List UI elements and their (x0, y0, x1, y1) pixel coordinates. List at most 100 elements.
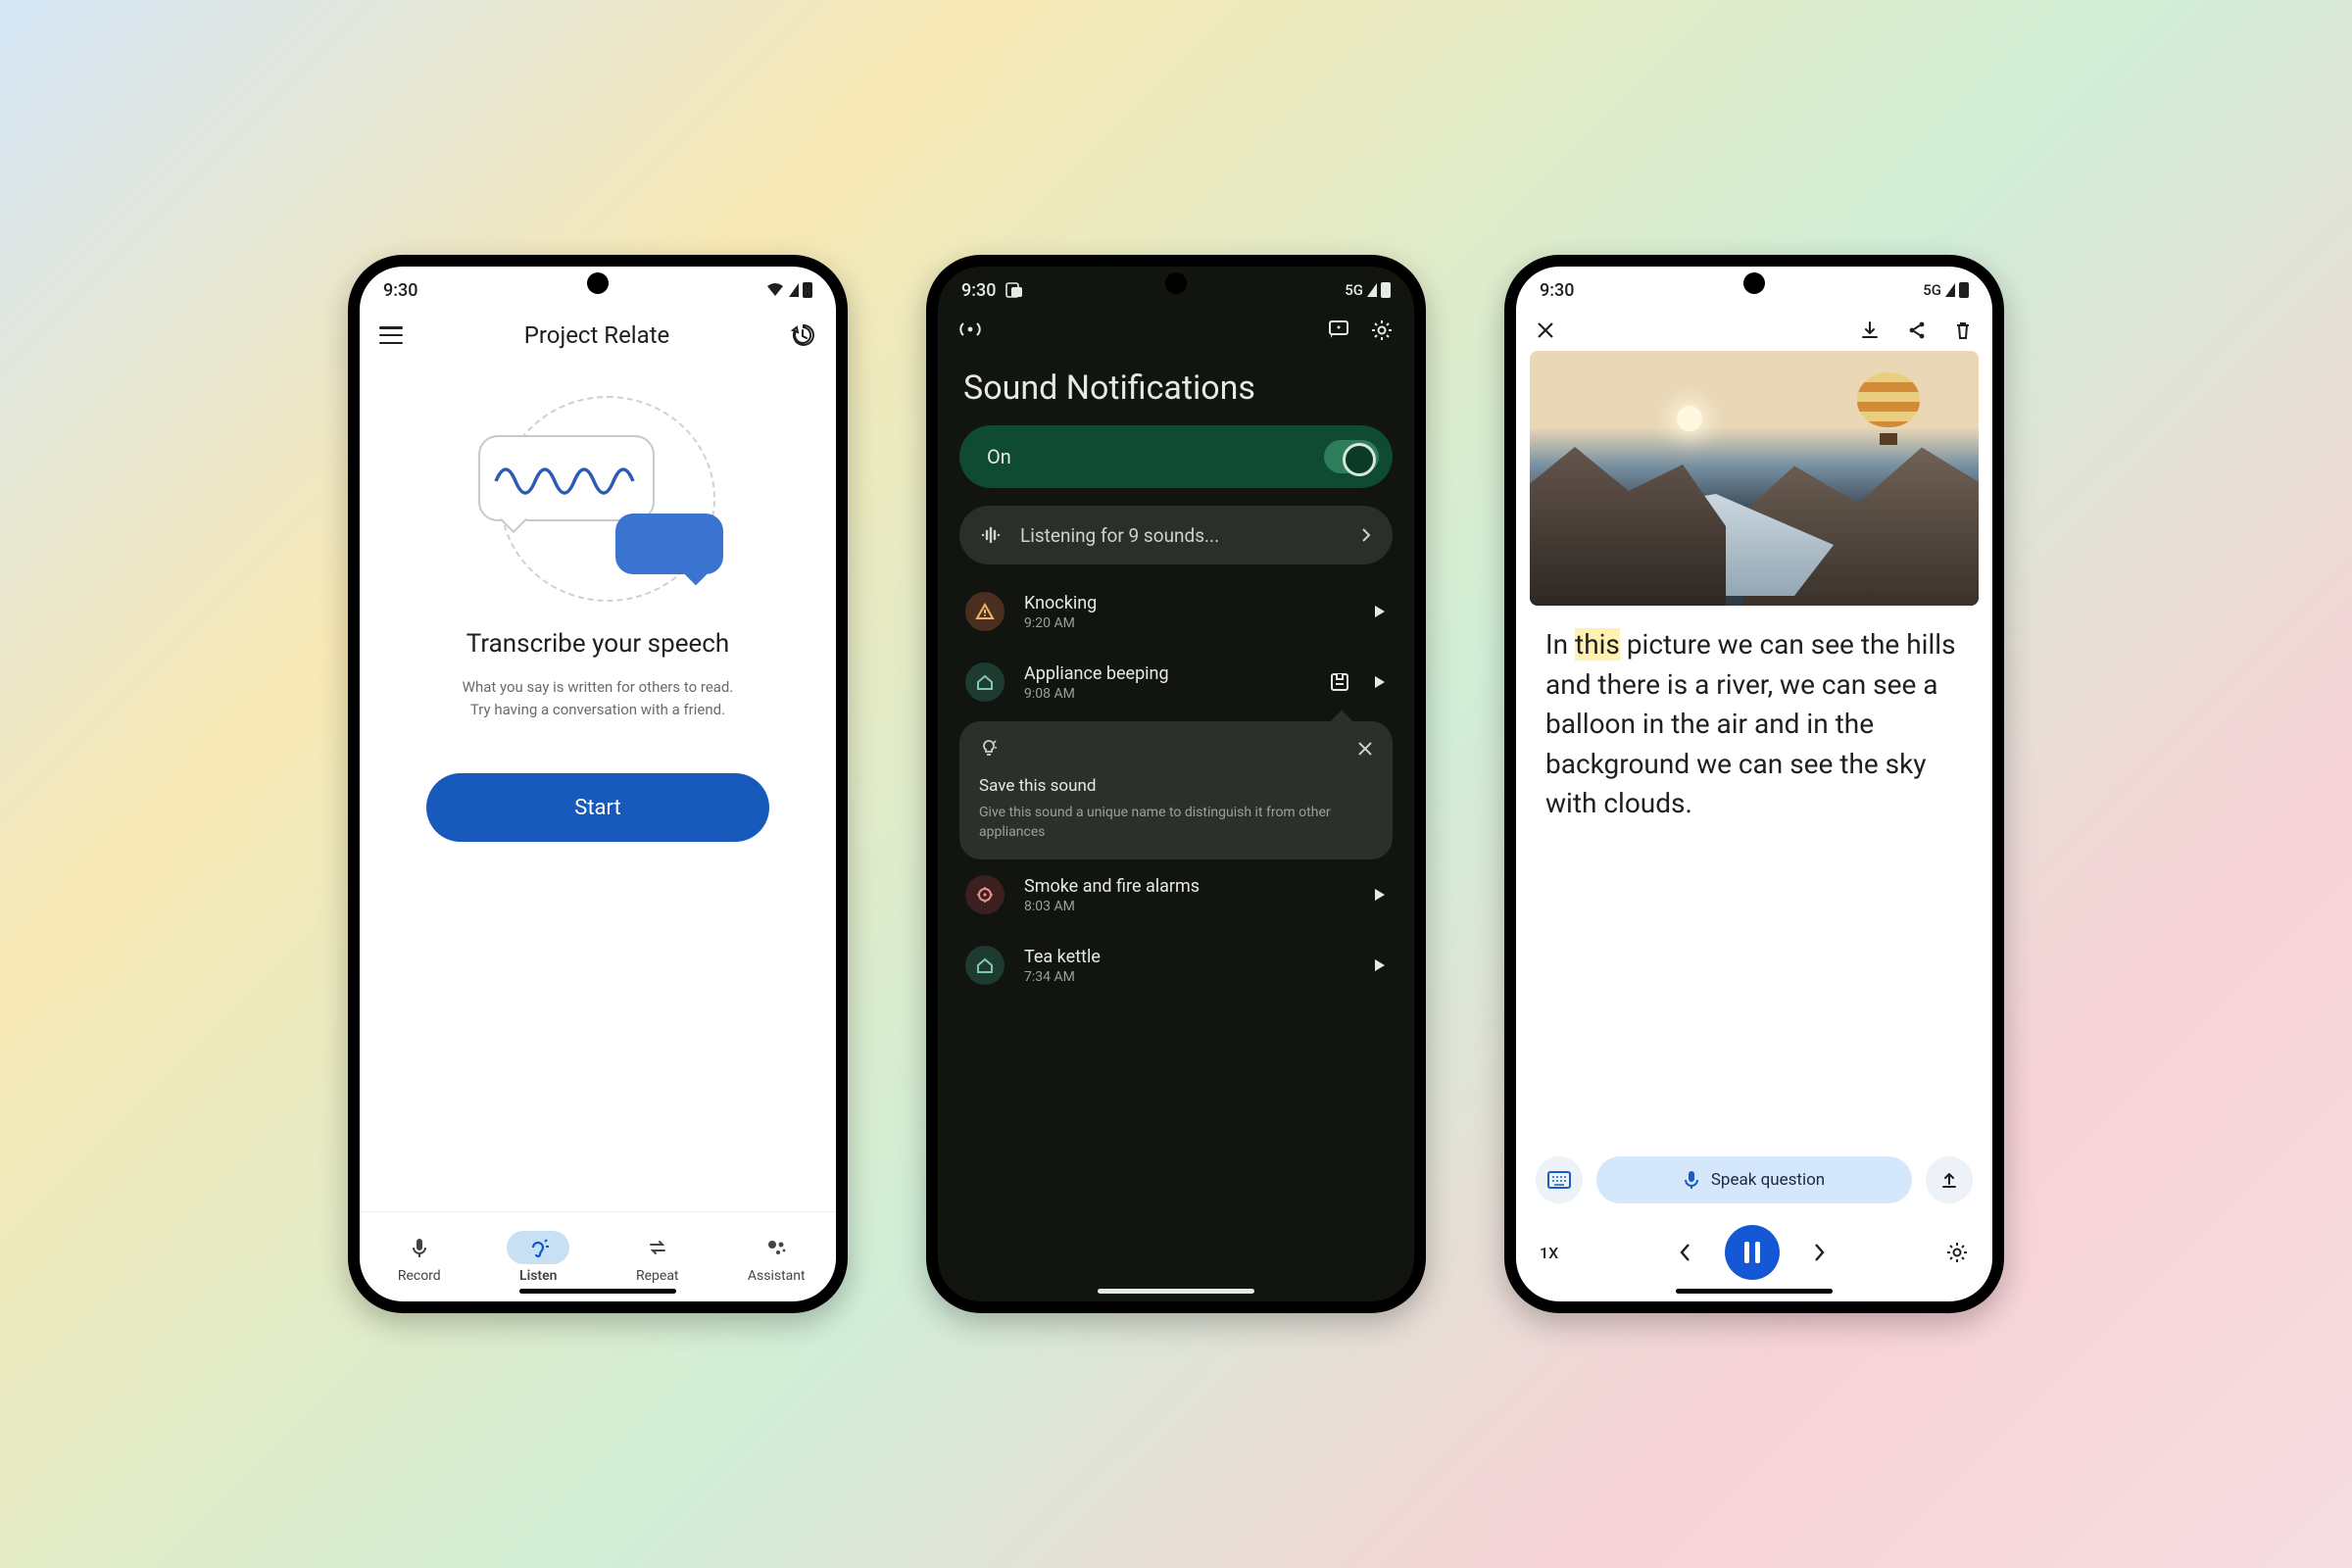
nav-assistant[interactable]: Assistant (745, 1231, 808, 1284)
play-icon[interactable] (1373, 604, 1387, 619)
ear-icon (526, 1236, 550, 1259)
settings-icon[interactable] (1945, 1241, 1969, 1264)
toolbar (938, 314, 1414, 347)
speak-question-button[interactable]: Speak question (1596, 1156, 1912, 1203)
alarm-icon (965, 875, 1004, 914)
wifi-icon (765, 282, 785, 298)
home-indicator (519, 1289, 676, 1294)
status-icons: 5G (1923, 281, 1969, 299)
signal-icon (1367, 283, 1377, 297)
listening-row[interactable]: Listening for 9 sounds... (959, 506, 1393, 564)
waveform-icon (494, 465, 641, 498)
pause-button[interactable] (1725, 1225, 1780, 1280)
battery-icon (803, 282, 812, 298)
menu-icon[interactable] (379, 326, 403, 344)
status-icons: 5G (1345, 281, 1391, 299)
phone-sound-notifications: 9:30 5G Sound Notifications On Listening… (926, 255, 1426, 1313)
nav-label: Record (398, 1268, 441, 1284)
feedback-icon[interactable] (1328, 319, 1349, 339)
action-bar: Speak question (1516, 1143, 1992, 1217)
keyboard-icon (1547, 1171, 1571, 1189)
headline: Transcribe your speech (360, 629, 836, 659)
status-time: 9:30 (1540, 280, 1574, 301)
soundwave-icon (981, 526, 1003, 544)
home-icon (965, 662, 1004, 702)
subtext: What you say is written for others to re… (399, 676, 797, 720)
sun-icon (1677, 406, 1702, 431)
status-icons (765, 282, 812, 298)
upload-button[interactable] (1926, 1156, 1973, 1203)
tip-title: Save this sound (979, 776, 1373, 796)
app-bar: Project Relate (360, 314, 836, 357)
balloon-icon (1857, 372, 1920, 453)
chevron-right-icon (1361, 527, 1371, 543)
tip-card: Save this sound Give this sound a unique… (959, 721, 1393, 859)
mic-icon (1684, 1170, 1699, 1190)
app-title: Project Relate (524, 321, 670, 349)
play-icon[interactable] (1373, 674, 1387, 690)
sim-icon (1005, 282, 1023, 298)
camera-punchhole (587, 272, 609, 294)
toggle-label: On (987, 445, 1011, 468)
network-label: 5G (1345, 281, 1363, 299)
camera-punchhole (1165, 272, 1187, 294)
share-icon[interactable] (1906, 319, 1928, 341)
speak-label: Speak question (1711, 1170, 1825, 1190)
save-icon[interactable] (1330, 672, 1349, 692)
page-title: Sound Notifications (938, 347, 1414, 425)
home-indicator (1098, 1289, 1254, 1294)
assistant-icon (765, 1237, 787, 1258)
play-icon[interactable] (1373, 887, 1387, 903)
battery-icon (1959, 282, 1969, 298)
hero-illustration (360, 357, 836, 621)
image-preview (1530, 351, 1979, 606)
nav-listen[interactable]: Listen (507, 1231, 569, 1284)
battery-icon (1381, 282, 1391, 298)
status-time: 9:30 (961, 280, 996, 301)
phone-lookout: 9:30 5G In this picture we can see the h… (1504, 255, 2004, 1313)
sound-item-smoke[interactable]: Smoke and fire alarms8:03 AM (938, 859, 1414, 930)
sound-item-kettle[interactable]: Tea kettle7:34 AM (938, 930, 1414, 1001)
status-time: 9:30 (383, 280, 417, 301)
nav-label: Assistant (748, 1268, 806, 1284)
app-bar (1516, 314, 1992, 343)
delete-icon[interactable] (1953, 319, 1973, 341)
history-icon[interactable] (791, 322, 816, 348)
image-caption: In this picture we can see the hills and… (1516, 606, 1992, 824)
next-icon[interactable] (1813, 1242, 1827, 1263)
home-icon (965, 946, 1004, 985)
sound-item-knocking[interactable]: Knocking9:20 AM (938, 576, 1414, 647)
listening-text: Listening for 9 sounds... (1020, 524, 1344, 547)
home-indicator (1676, 1289, 1833, 1294)
signal-icon (1945, 283, 1955, 297)
nav-label: Repeat (636, 1268, 679, 1284)
keyboard-button[interactable] (1536, 1156, 1583, 1203)
settings-icon[interactable] (1371, 319, 1393, 341)
prev-icon[interactable] (1678, 1242, 1691, 1263)
phone-project-relate: 9:30 Project Relate Transcribe your spee… (348, 255, 848, 1313)
nav-label: Listen (519, 1268, 557, 1284)
speech-bubble-filled-icon (615, 514, 723, 574)
sound-item-appliance[interactable]: Appliance beeping9:08 AM (938, 647, 1414, 717)
close-icon[interactable] (1536, 320, 1555, 340)
tip-body: Give this sound a unique name to disting… (979, 804, 1373, 842)
network-label: 5G (1923, 281, 1941, 299)
close-icon[interactable] (1357, 741, 1373, 757)
camera-punchhole (1743, 272, 1765, 294)
live-icon (959, 319, 981, 339)
upload-icon (1939, 1170, 1959, 1190)
highlighted-word: this (1575, 628, 1620, 661)
play-icon[interactable] (1373, 957, 1387, 973)
download-icon[interactable] (1859, 319, 1881, 341)
toggle-switch[interactable] (1324, 440, 1379, 473)
nav-repeat[interactable]: Repeat (626, 1231, 689, 1284)
speed-button[interactable]: 1X (1540, 1244, 1558, 1262)
signal-icon (789, 283, 799, 297)
repeat-icon (646, 1237, 669, 1258)
nav-record[interactable]: Record (388, 1231, 451, 1284)
lightbulb-icon (979, 739, 999, 759)
warning-icon (965, 592, 1004, 631)
master-toggle-row[interactable]: On (959, 425, 1393, 488)
start-button[interactable]: Start (426, 773, 769, 842)
mic-icon (409, 1237, 430, 1258)
